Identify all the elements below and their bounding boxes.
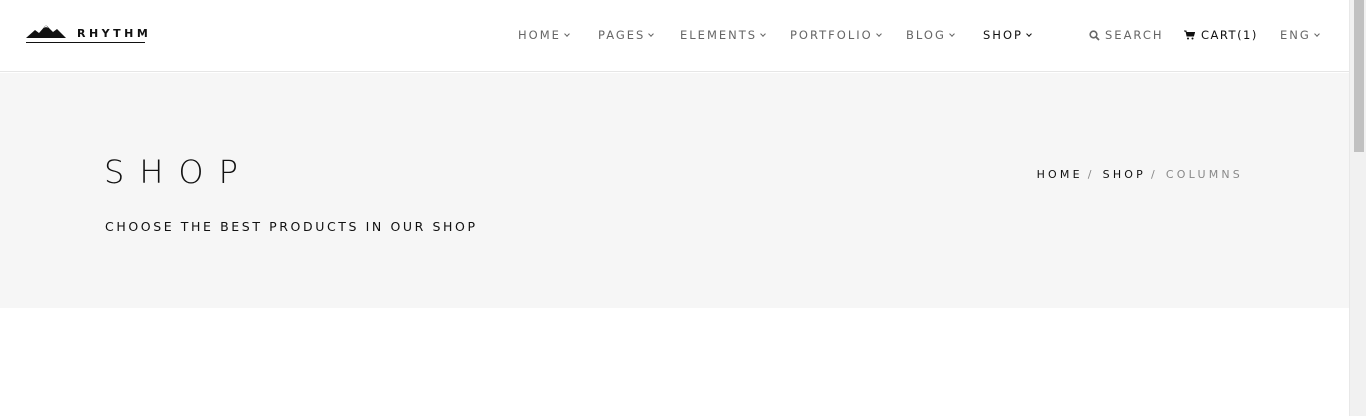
breadcrumb: HOME / SHOP / COLUMNS xyxy=(1037,168,1243,181)
language-selector[interactable]: ENG xyxy=(1280,27,1320,43)
chevron-down-icon xyxy=(648,30,655,37)
nav-pages-label: PAGES xyxy=(598,28,646,42)
logo-text: RHYTHM xyxy=(77,27,152,40)
page-subtitle: CHOOSE THE BEST PRODUCTS IN OUR SHOP xyxy=(105,219,478,234)
language-label: ENG xyxy=(1280,28,1311,42)
breadcrumb-shop[interactable]: SHOP xyxy=(1103,168,1146,181)
chevron-down-icon xyxy=(564,30,570,37)
nav-shop-label: SHOP xyxy=(983,28,1023,42)
chevron-down-icon xyxy=(760,30,766,37)
nav-blog[interactable]: BLOG xyxy=(906,27,955,43)
scrollbar-thumb[interactable] xyxy=(1354,0,1364,152)
nav-blog-label: BLOG xyxy=(906,28,946,42)
page-title-section: SHOP CHOOSE THE BEST PRODUCTS IN OUR SHO… xyxy=(0,73,1349,308)
nav-elements-label: ELEMENTS xyxy=(680,28,758,42)
search-button[interactable]: SEARCH xyxy=(1089,27,1164,43)
chevron-down-icon xyxy=(949,30,955,37)
chevron-down-icon xyxy=(875,30,882,37)
breadcrumb-separator: / xyxy=(1151,168,1158,181)
cart-button[interactable]: CART(1) xyxy=(1184,27,1258,43)
breadcrumb-current: COLUMNS xyxy=(1165,168,1243,181)
nav-home[interactable]: HOME xyxy=(518,27,570,43)
search-icon xyxy=(1089,29,1100,41)
nav-portfolio-label: PORTFOLIO xyxy=(790,28,873,42)
nav-home-label: HOME xyxy=(518,28,561,42)
search-label: SEARCH xyxy=(1105,28,1164,42)
page-title: SHOP xyxy=(104,153,253,191)
nav-pages[interactable]: PAGES xyxy=(598,27,655,43)
chevron-down-icon xyxy=(1313,30,1320,37)
chevron-down-icon xyxy=(1026,30,1032,37)
page-scrollbar[interactable] xyxy=(1349,0,1366,416)
logo[interactable]: RHYTHM xyxy=(26,23,148,45)
nav-shop[interactable]: SHOP xyxy=(983,27,1032,43)
site-header: RHYTHM HOME PAGES ELEMENTS PORTFOLIO BLO… xyxy=(0,0,1349,72)
cart-icon xyxy=(1184,30,1195,40)
breadcrumb-separator: / xyxy=(1087,168,1095,181)
breadcrumb-home[interactable]: HOME xyxy=(1037,168,1083,181)
nav-portfolio[interactable]: PORTFOLIO xyxy=(790,27,882,43)
logo-underline xyxy=(26,42,145,43)
nav-elements[interactable]: ELEMENTS xyxy=(680,27,766,43)
mountain-icon xyxy=(26,25,66,38)
cart-label: CART(1) xyxy=(1201,28,1258,42)
